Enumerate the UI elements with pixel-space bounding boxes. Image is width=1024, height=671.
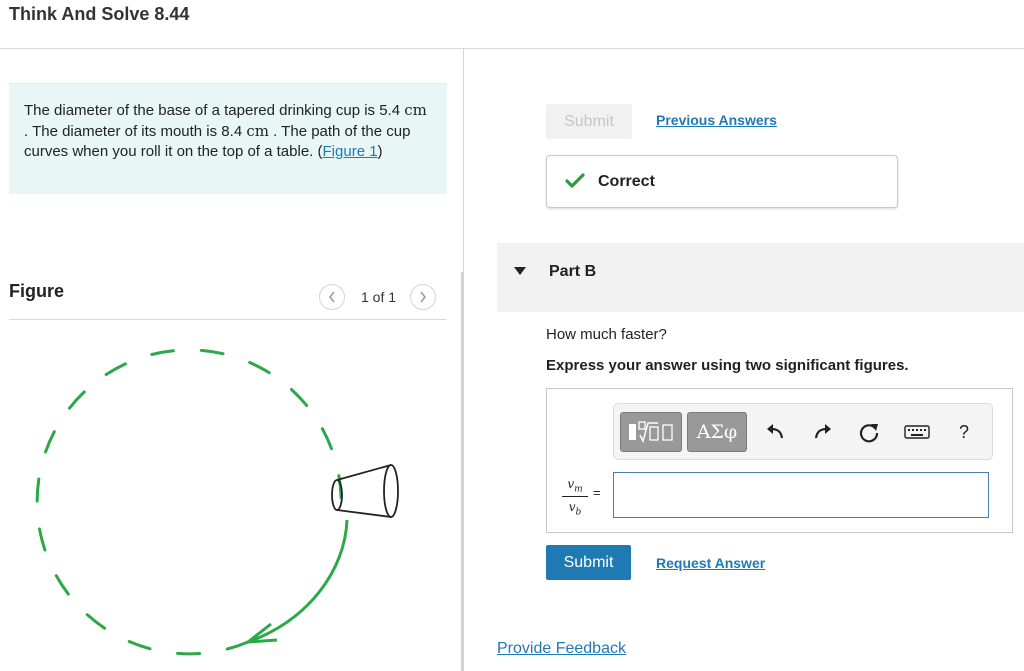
chevron-right-icon[interactable] bbox=[410, 284, 437, 310]
checkmark-icon bbox=[565, 173, 585, 188]
question-text: How much faster? bbox=[546, 326, 667, 343]
request-answer-link[interactable]: Request Answer bbox=[656, 555, 765, 571]
equals-sign: = bbox=[593, 485, 601, 500]
keyboard-icon[interactable] bbox=[903, 420, 931, 444]
figure-pager: 1 of 1 bbox=[319, 284, 437, 310]
problem-text: The diameter of the base of a tapered dr… bbox=[24, 101, 427, 160]
page-title: Think And Solve 8.44 bbox=[9, 4, 190, 24]
header-divider bbox=[0, 48, 1024, 49]
problem-statement: The diameter of the base of a tapered dr… bbox=[9, 83, 447, 194]
answer-input[interactable] bbox=[613, 472, 989, 518]
cup-path-icon bbox=[35, 348, 349, 656]
correct-label: Correct bbox=[598, 173, 655, 190]
math-toolbar: ΑΣφ ? bbox=[613, 403, 993, 460]
fraction-label: vm vb bbox=[562, 477, 588, 518]
unit-cm: cm bbox=[246, 122, 269, 140]
greek-symbols-button[interactable]: ΑΣφ bbox=[687, 412, 747, 452]
submit-button[interactable]: Submit bbox=[546, 545, 631, 580]
provide-feedback-link[interactable]: Provide Feedback bbox=[497, 640, 626, 658]
pager-count: 1 of 1 bbox=[361, 289, 397, 305]
figure-title: Figure bbox=[9, 281, 65, 301]
figure-image bbox=[35, 348, 399, 656]
part-b-header[interactable]: Part B bbox=[497, 243, 1024, 312]
column-divider-scroll bbox=[461, 272, 463, 671]
answer-editor: ΑΣφ ? vm vb = bbox=[546, 388, 1013, 533]
reset-icon[interactable] bbox=[857, 420, 881, 444]
chevron-left-icon[interactable] bbox=[319, 284, 345, 310]
undo-icon[interactable] bbox=[763, 420, 787, 444]
column-divider bbox=[463, 48, 464, 671]
submit-button-disabled: Submit bbox=[546, 104, 632, 139]
correct-feedback-box: Correct bbox=[546, 155, 898, 208]
cup-icon bbox=[331, 464, 399, 518]
part-b-title: Part B bbox=[549, 263, 597, 280]
redo-icon[interactable] bbox=[811, 420, 835, 444]
previous-answers-link[interactable]: Previous Answers bbox=[656, 112, 777, 128]
instruction-text: Express your answer using two significan… bbox=[546, 357, 909, 374]
templates-icon[interactable] bbox=[620, 412, 682, 452]
help-icon[interactable]: ? bbox=[952, 420, 976, 444]
figure-link[interactable]: Figure 1 bbox=[323, 143, 378, 160]
caret-down-icon[interactable] bbox=[514, 267, 526, 275]
unit-cm: cm bbox=[404, 101, 427, 119]
